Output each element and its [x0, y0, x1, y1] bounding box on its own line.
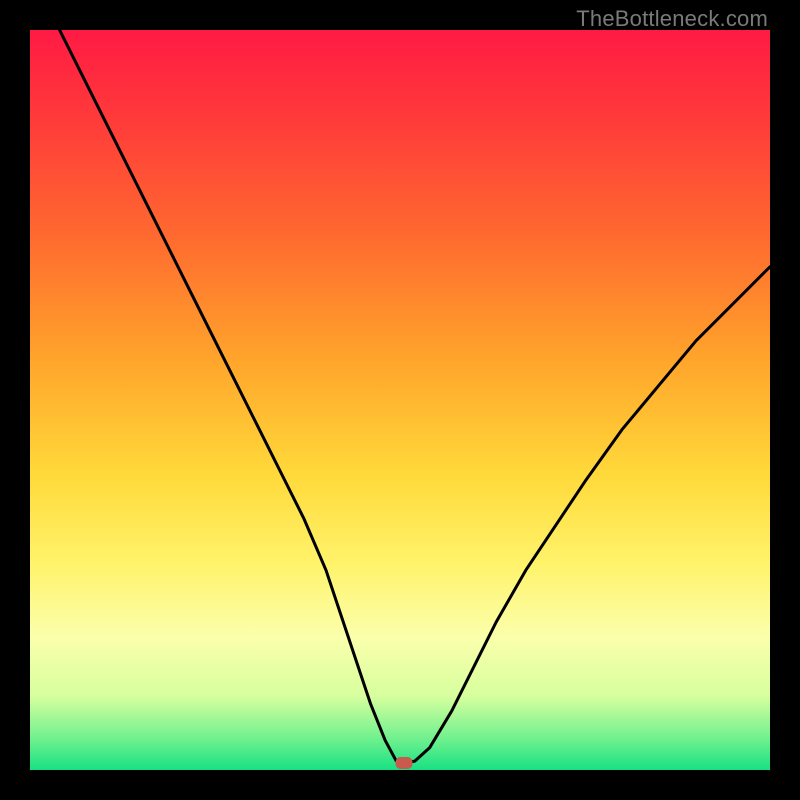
bottleneck-curve [60, 30, 770, 763]
plot-area [30, 30, 770, 770]
selection-marker [395, 757, 412, 769]
curve-svg [30, 30, 770, 770]
watermark-text: TheBottleneck.com [576, 6, 768, 32]
chart-frame: TheBottleneck.com [0, 0, 800, 800]
